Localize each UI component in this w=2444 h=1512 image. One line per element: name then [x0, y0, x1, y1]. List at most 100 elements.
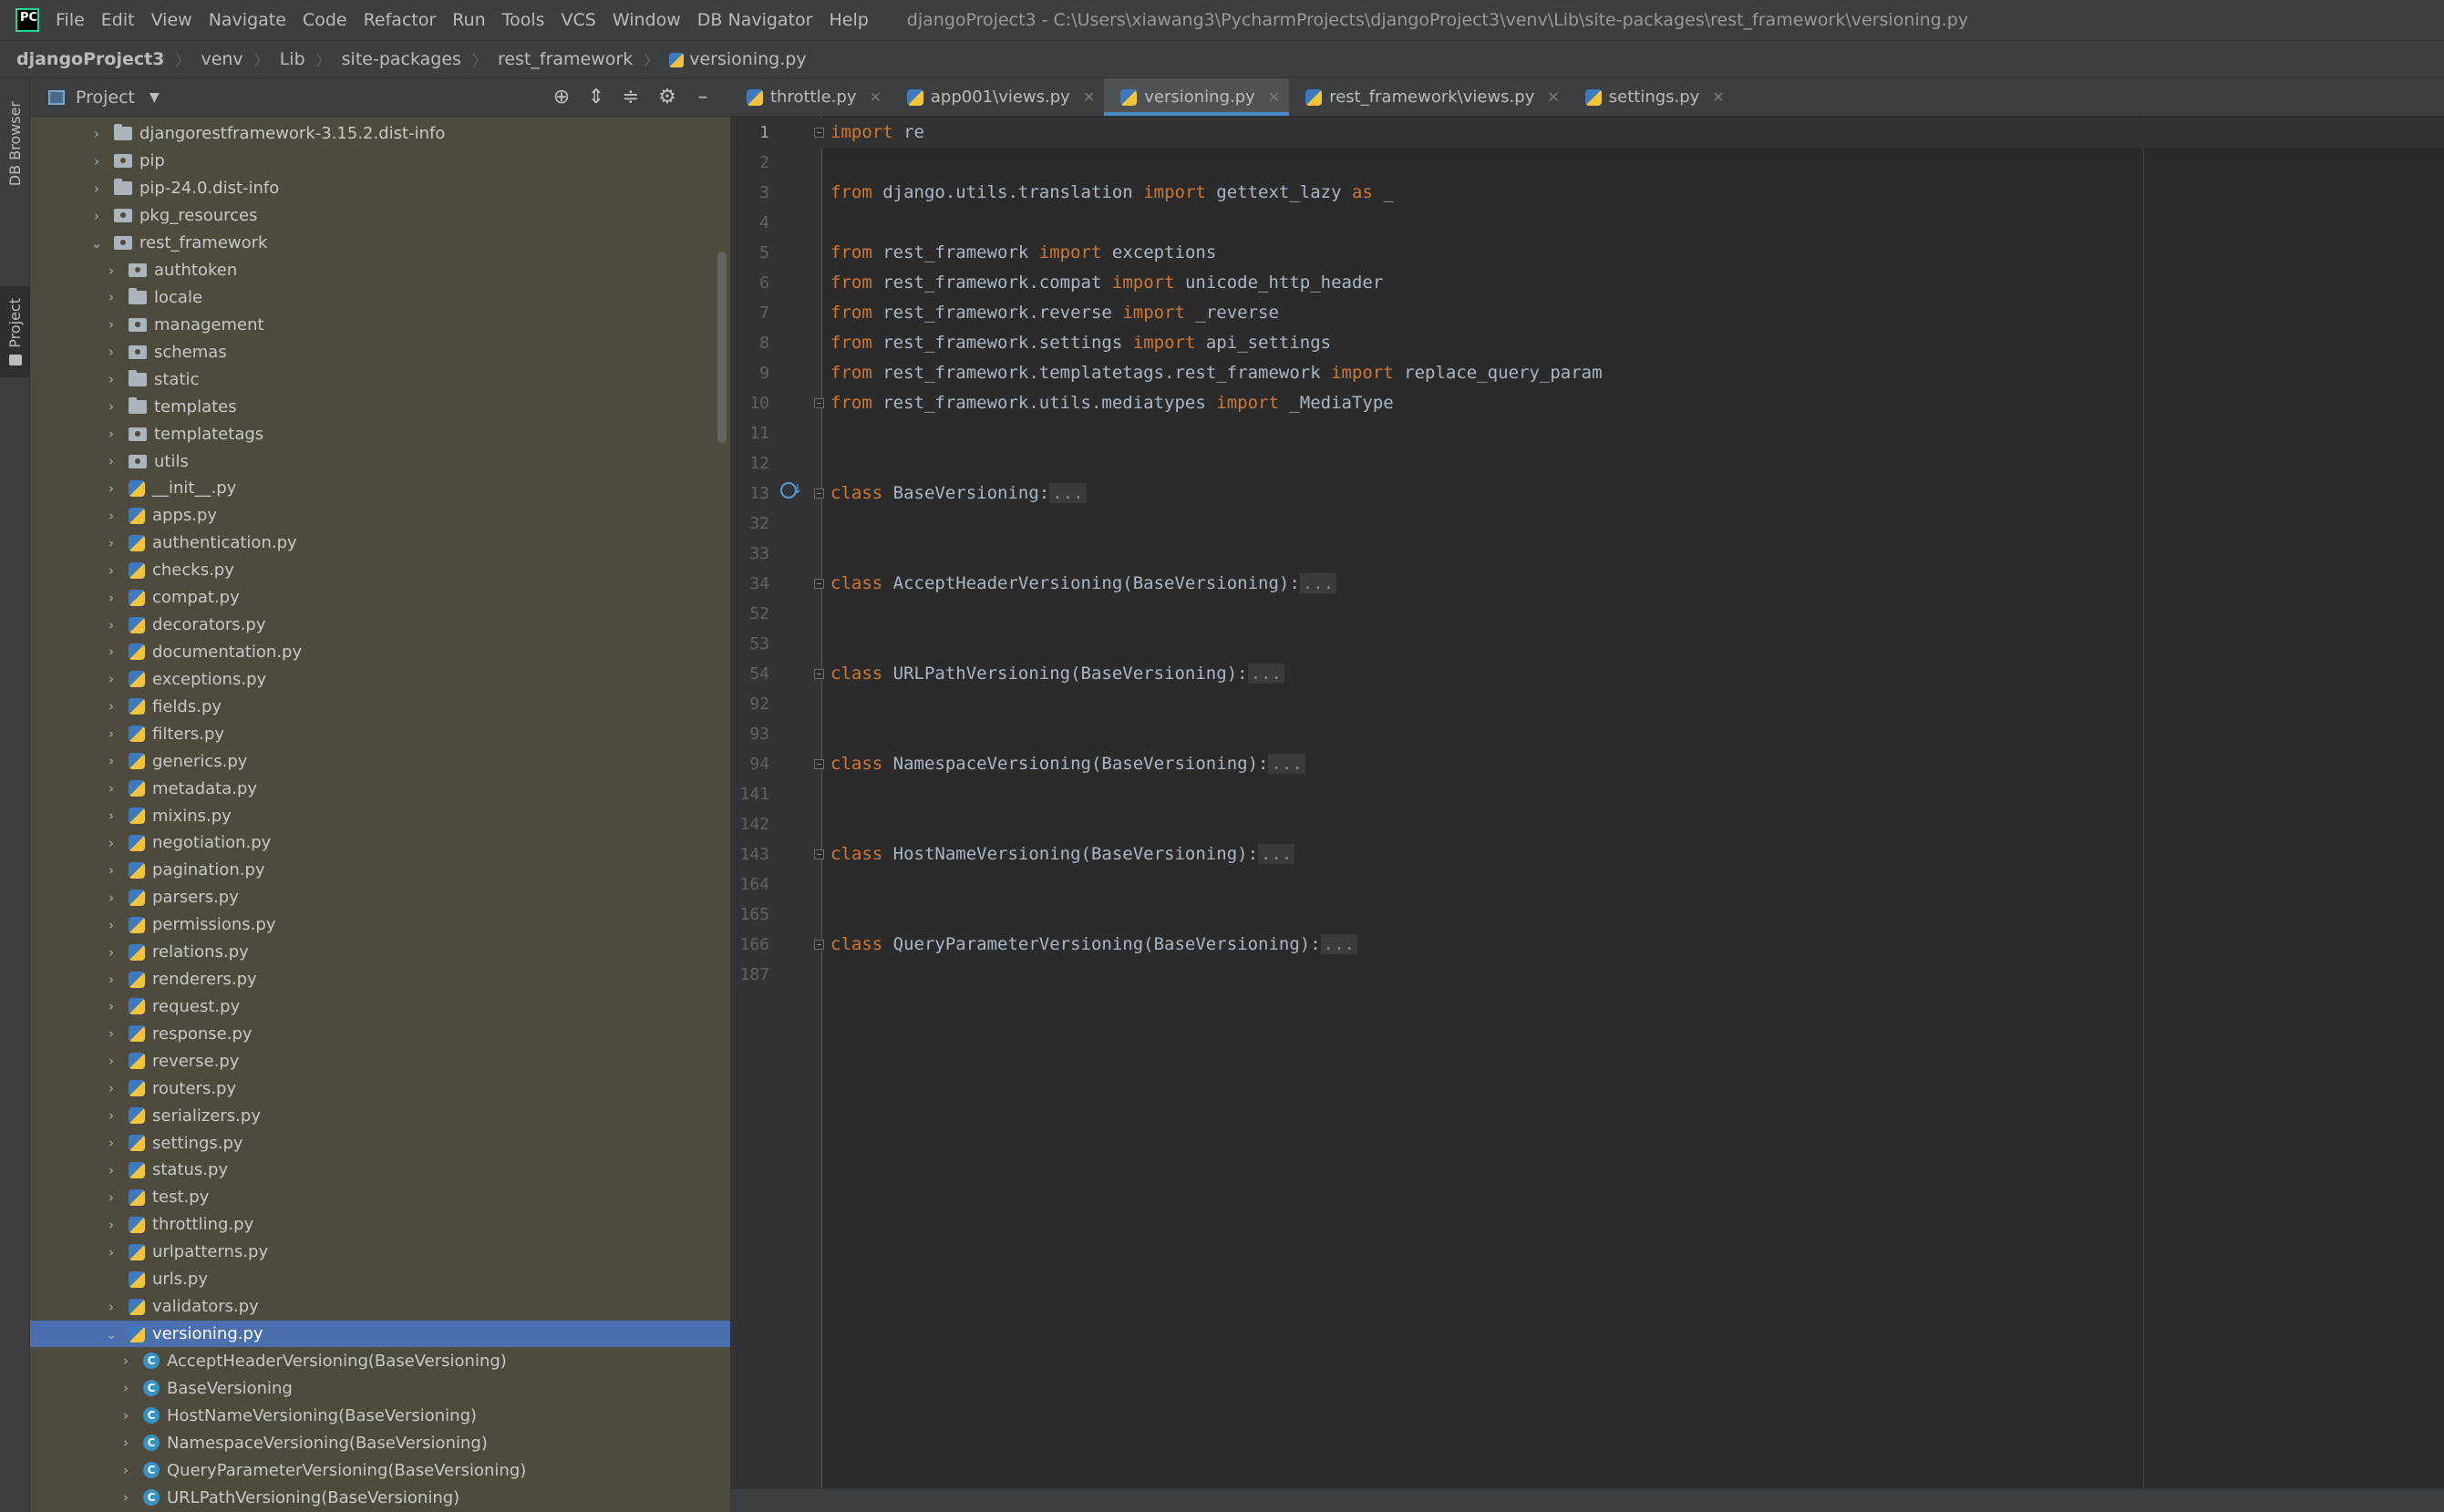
editor-tab[interactable]: rest_framework\views.py ✕ [1289, 78, 1569, 116]
gear-icon[interactable]: ⚙ [655, 86, 679, 109]
menu-help[interactable]: Help [829, 10, 868, 30]
chevron-right-icon[interactable]: › [105, 972, 118, 988]
tree-item[interactable]: › C QueryParameterVersioning(BaseVersionin… [30, 1456, 730, 1484]
chevron-right-icon[interactable]: › [105, 1217, 118, 1233]
chevron-right-icon[interactable]: › [90, 208, 103, 224]
tree-item[interactable]: › negotiation.py [30, 829, 730, 857]
folded-region[interactable]: ... [1320, 934, 1357, 954]
chevron-right-icon[interactable]: › [105, 1299, 118, 1315]
chevron-down-icon[interactable]: ⌄ [90, 235, 103, 252]
chevron-right-icon[interactable]: › [105, 643, 118, 660]
tree-item[interactable]: › apps.py [30, 502, 730, 530]
editor-tab[interactable]: throttle.py ✕ [730, 78, 891, 116]
chevron-right-icon[interactable]: › [105, 1025, 118, 1042]
chevron-right-icon[interactable]: › [105, 262, 118, 279]
chevron-right-icon[interactable]: › [119, 1489, 132, 1506]
tree-item[interactable]: › C HostNameVersioning(BaseVersioning) [30, 1402, 730, 1429]
fold-toggle-icon[interactable] [814, 398, 824, 408]
tree-item[interactable]: ⌄ rest_framework [30, 230, 730, 257]
tree-item[interactable]: › urlpatterns.py [30, 1239, 730, 1266]
chevron-right-icon[interactable]: › [105, 316, 118, 333]
close-icon[interactable]: ✕ [1083, 88, 1095, 106]
tree-item[interactable]: › renderers.py [30, 966, 730, 993]
menu-vcs[interactable]: VCS [562, 10, 596, 30]
tree-item[interactable]: › checks.py [30, 557, 730, 584]
fold-toggle-icon[interactable] [814, 759, 824, 769]
collapse-all-icon[interactable]: ≑ [619, 86, 643, 109]
fold-toggle-icon[interactable] [814, 579, 824, 589]
menu-file[interactable]: File [56, 10, 85, 30]
chevron-right-icon[interactable]: › [105, 426, 118, 442]
close-icon[interactable]: ✕ [1712, 88, 1724, 106]
chevron-right-icon[interactable]: › [105, 453, 118, 469]
fold-toggle-icon[interactable] [814, 128, 824, 138]
chevron-right-icon[interactable]: › [105, 1107, 118, 1124]
folded-region[interactable]: ... [1268, 754, 1305, 774]
breadcrumb-item[interactable]: versioning.py [669, 49, 807, 69]
chevron-right-icon[interactable]: › [105, 508, 118, 524]
chevron-right-icon[interactable]: › [105, 753, 118, 769]
menu-db-navigator[interactable]: DB Navigator [697, 10, 813, 30]
breadcrumb-item[interactable]: djangoProject3 [16, 49, 164, 69]
tree-item[interactable]: › static [30, 365, 730, 393]
chevron-right-icon[interactable]: › [105, 617, 118, 633]
project-tool-button[interactable]: Project [0, 286, 30, 377]
tree-item[interactable]: › filters.py [30, 720, 730, 747]
chevron-right-icon[interactable]: › [105, 780, 118, 797]
tree-item[interactable]: › fields.py [30, 693, 730, 720]
menu-run[interactable]: Run [452, 10, 485, 30]
chevron-right-icon[interactable]: › [105, 1244, 118, 1260]
fold-toggle-icon[interactable] [814, 849, 824, 859]
folded-region[interactable]: ... [1247, 663, 1284, 684]
chevron-right-icon[interactable]: › [90, 126, 103, 142]
chevron-down-icon[interactable]: ▼ [150, 90, 160, 105]
editor-tab[interactable]: settings.py ✕ [1569, 78, 1734, 116]
tree-item[interactable]: › locale [30, 284, 730, 312]
chevron-right-icon[interactable]: › [119, 1353, 132, 1369]
editor-tab[interactable]: app001\views.py ✕ [891, 78, 1104, 116]
chevron-right-icon[interactable]: › [105, 1189, 118, 1206]
tree-item[interactable]: › C URLPathVersioning(BaseVersioning) [30, 1484, 730, 1511]
fold-toggle-icon[interactable] [814, 489, 824, 499]
tree-item[interactable]: › permissions.py [30, 911, 730, 939]
folded-region[interactable]: ... [1299, 573, 1337, 593]
chevron-right-icon[interactable]: › [119, 1407, 132, 1424]
breadcrumb-item[interactable]: venv [201, 49, 242, 69]
tree-item[interactable]: › settings.py [30, 1129, 730, 1157]
chevron-right-icon[interactable]: › [119, 1462, 132, 1478]
chevron-right-icon[interactable]: › [90, 180, 103, 197]
code-editor[interactable]: 1 import re 2 3 from django.utils.translatio… [730, 117, 2444, 1488]
tree-item[interactable]: › C AcceptHeaderVersioning(BaseVersioning) [30, 1347, 730, 1374]
chevron-right-icon[interactable]: › [105, 480, 118, 497]
breadcrumb-item[interactable]: site-packages [342, 49, 461, 69]
close-icon[interactable]: ✕ [1547, 88, 1559, 106]
chevron-right-icon[interactable]: › [119, 1380, 132, 1396]
chevron-right-icon[interactable]: › [105, 344, 118, 360]
close-icon[interactable]: ✕ [869, 88, 881, 106]
menu-refactor[interactable]: Refactor [364, 10, 437, 30]
tree-item[interactable]: › parsers.py [30, 884, 730, 911]
breadcrumb-item[interactable]: rest_framework [498, 49, 633, 69]
close-icon[interactable]: ✕ [1268, 88, 1280, 106]
menu-tools[interactable]: Tools [502, 10, 545, 30]
chevron-right-icon[interactable]: › [105, 862, 118, 879]
chevron-right-icon[interactable]: › [105, 725, 118, 742]
tree-item[interactable]: › templatetags [30, 420, 730, 447]
menu-code[interactable]: Code [303, 10, 347, 30]
menu-view[interactable]: View [151, 10, 192, 30]
chevron-right-icon[interactable]: › [105, 671, 118, 687]
tree-item[interactable]: › validators.py [30, 1293, 730, 1321]
tree-item[interactable]: › exceptions.py [30, 665, 730, 693]
folded-region[interactable]: ... [1049, 483, 1087, 503]
tree-item[interactable]: › authentication.py [30, 530, 730, 557]
pycharm-logo-icon[interactable]: PC [15, 8, 39, 32]
tree-item[interactable]: › templates [30, 393, 730, 420]
tree-item[interactable]: › documentation.py [30, 639, 730, 666]
chevron-right-icon[interactable]: › [105, 562, 118, 579]
tree-item[interactable]: › routers.py [30, 1075, 730, 1102]
expand-all-icon[interactable]: ⇕ [584, 86, 608, 109]
fold-toggle-icon[interactable] [814, 669, 824, 679]
tree-item[interactable]: › reverse.py [30, 1047, 730, 1075]
tree-item[interactable]: › authtoken [30, 257, 730, 284]
chevron-right-icon[interactable]: › [119, 1435, 132, 1451]
